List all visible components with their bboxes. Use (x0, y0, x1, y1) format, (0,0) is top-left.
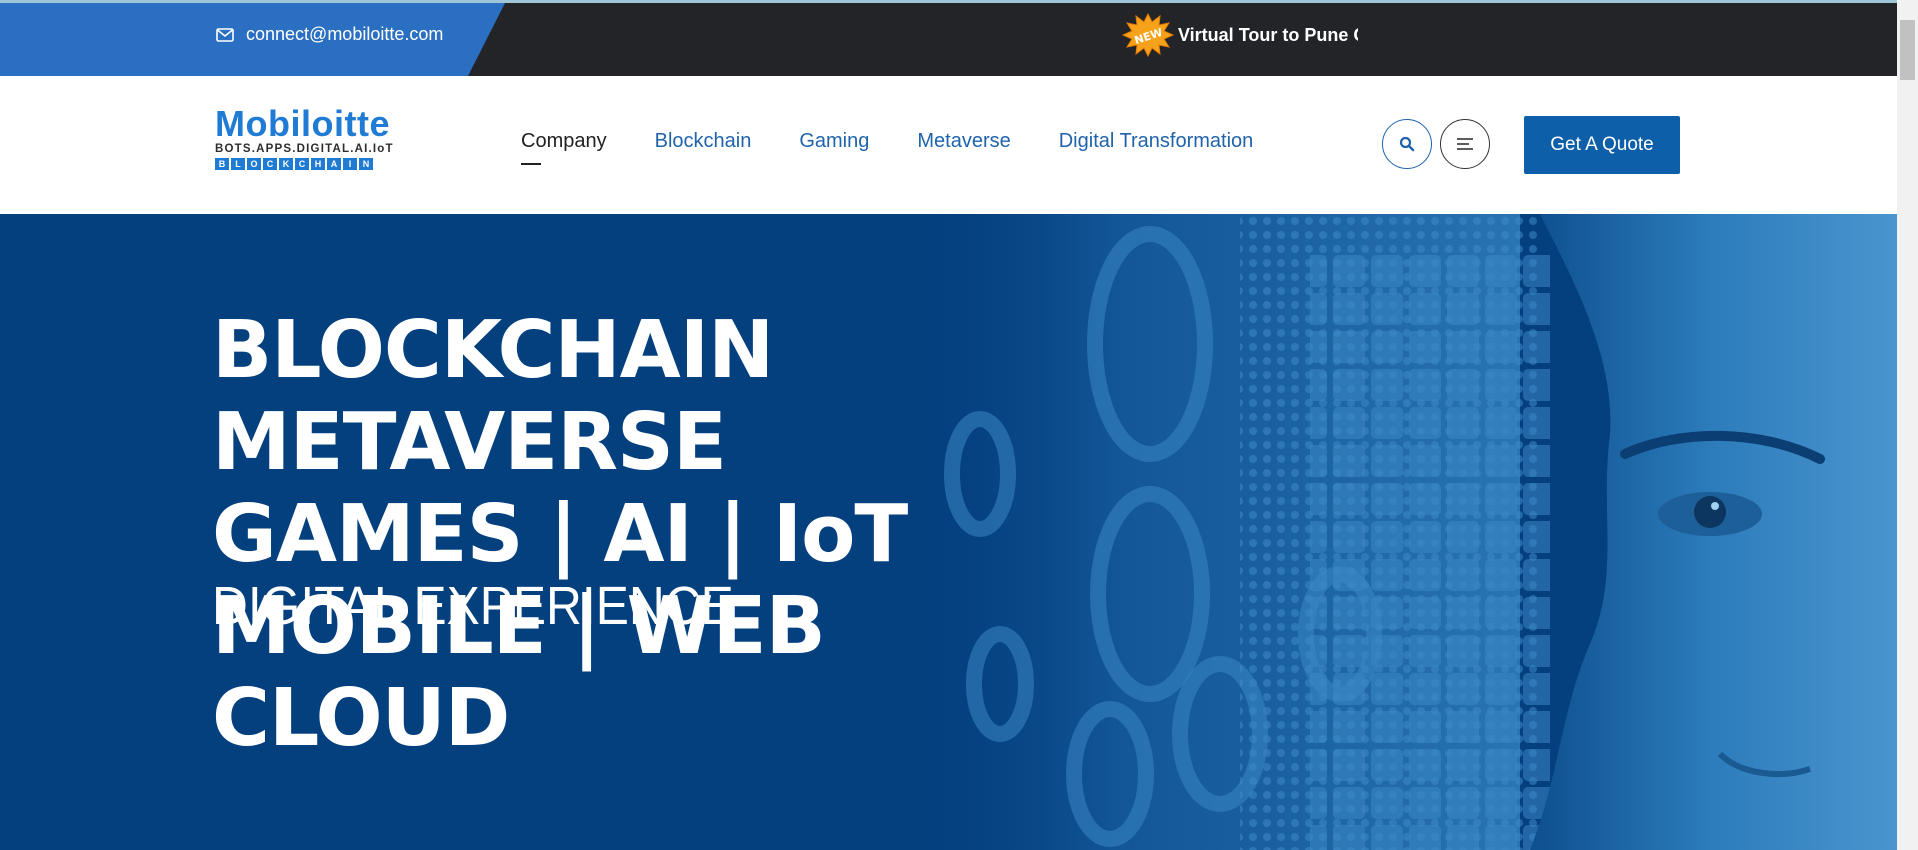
email-text: connect@mobiloitte.com (246, 24, 444, 44)
logo-letter: C (295, 158, 309, 170)
hero-line-blockchain: BLOCKCHAIN (212, 304, 774, 396)
page-scrollbar[interactable] (1897, 0, 1918, 850)
logo-letter: I (343, 158, 357, 170)
hero-banner: BLOCKCHAIN METAVERSE GAMES | AI | IoT MO… (0, 214, 1897, 850)
new-badge-icon: NEW (1122, 13, 1174, 57)
logo-letter: H (311, 158, 325, 170)
news-ticker[interactable]: NEW Virtual Tour to Pune Of (1122, 13, 1358, 57)
logo-blockchain-strip: B L O C K C H A I N (215, 158, 415, 170)
top-bar: connect@mobiloitte.com NEW Virtual Tour … (0, 0, 1897, 76)
email-link[interactable]: connect@mobiloitte.com (216, 24, 443, 45)
menu-button[interactable] (1440, 119, 1490, 169)
logo-name: Mobiloitte (215, 103, 390, 144)
logo-letter: L (231, 158, 245, 170)
logo-letter: C (263, 158, 277, 170)
menu-icon (1457, 138, 1473, 150)
news-text: Virtual Tour to Pune Of (1178, 24, 1358, 45)
hero-line-metaverse: METAVERSE (212, 396, 727, 488)
hero-heading: BLOCKCHAIN METAVERSE GAMES | AI | IoT MO… (212, 304, 908, 764)
scrollbar-thumb[interactable] (1900, 20, 1915, 80)
nav-digital-transformation[interactable]: Digital Transformation (1059, 130, 1254, 153)
search-button[interactable] (1382, 119, 1432, 169)
get-quote-button[interactable]: Get A Quote (1524, 116, 1680, 174)
envelope-icon (216, 27, 234, 42)
nav-gaming[interactable]: Gaming (799, 130, 869, 153)
logo-letter: K (279, 158, 293, 170)
logo-letter: O (247, 158, 261, 170)
nav-blockchain[interactable]: Blockchain (655, 130, 752, 153)
logo-tagline: BOTS.APPS.DIGITAL.AI.IoT (215, 143, 394, 155)
logo-letter: A (327, 158, 341, 170)
logo-letter: N (359, 158, 373, 170)
nav-metaverse[interactable]: Metaverse (917, 130, 1010, 153)
hero-line-games-ai-iot: GAMES | AI | IoT (212, 488, 908, 580)
logo[interactable]: Mobiloitte BOTS.APPS.DIGITAL.AI.IoT B L … (215, 106, 415, 184)
top-accent-line (0, 0, 1897, 3)
hero-line-cloud: CLOUD (212, 672, 510, 764)
search-icon (1399, 136, 1415, 152)
main-nav: Company Blockchain Gaming Metaverse Digi… (521, 130, 1254, 165)
logo-letter: B (215, 158, 229, 170)
nav-company[interactable]: Company (521, 130, 607, 165)
hero-subtitle: DIGITAL EXPERIENCE (212, 576, 734, 636)
site-header: Mobiloitte BOTS.APPS.DIGITAL.AI.IoT B L … (0, 76, 1897, 214)
